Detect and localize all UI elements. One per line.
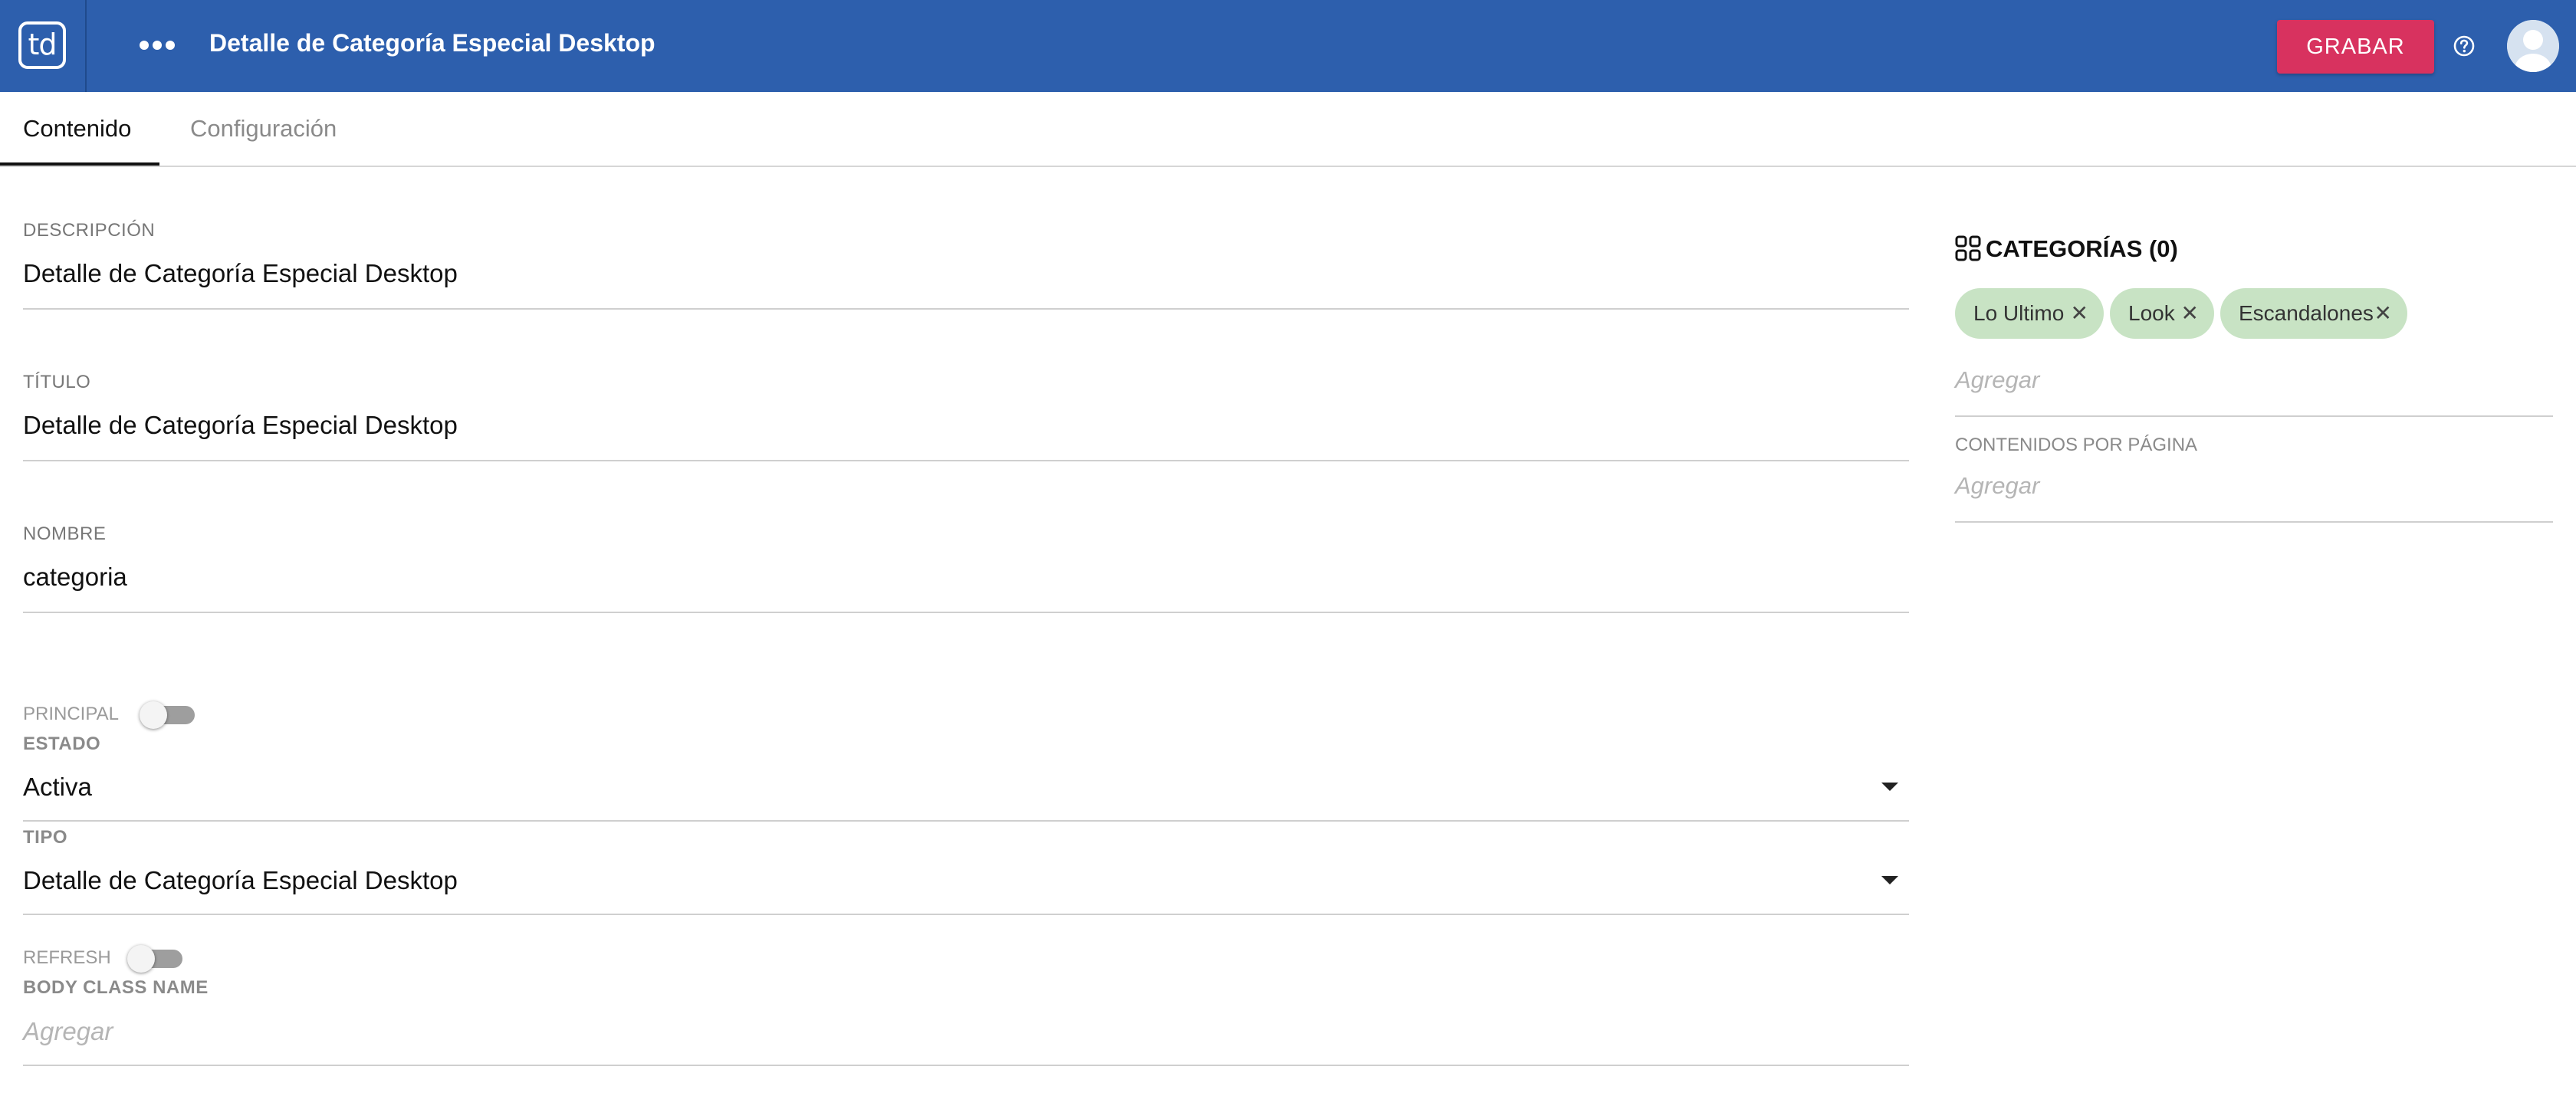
- app-logo[interactable]: td: [18, 21, 66, 69]
- chip-label: Look: [2128, 301, 2175, 325]
- descripcion-underline: [23, 308, 1909, 310]
- estado-underline: [23, 820, 1909, 822]
- top-app-bar: td Detalle de Categoría Especial Desktop…: [0, 0, 2576, 92]
- nombre-label: NOMBRE: [23, 523, 107, 544]
- category-add-underline: [1955, 415, 2553, 417]
- avatar-icon: [2507, 20, 2559, 72]
- body-class-name-underline: [23, 1065, 1909, 1066]
- tipo-select[interactable]: Detalle de Categoría Especial Desktop: [23, 866, 458, 895]
- titulo-underline: [23, 460, 1909, 461]
- tipo-label: TIPO: [23, 827, 68, 848]
- close-icon[interactable]: ✕: [2071, 288, 2088, 339]
- principal-toggle[interactable]: [140, 701, 198, 729]
- chip-lo-ultimo[interactable]: Lo Ultimo ✕: [1955, 288, 2104, 339]
- logo-divider: [85, 0, 87, 92]
- titulo-label: TÍTULO: [23, 372, 91, 392]
- tab-bar: Contenido Configuración: [0, 92, 2576, 167]
- descripcion-input[interactable]: Detalle de Categoría Especial Desktop: [23, 259, 458, 288]
- tab-configuracion[interactable]: Configuración: [190, 115, 337, 143]
- body-class-name-label: BODY CLASS NAME: [23, 977, 209, 998]
- help-icon[interactable]: [2452, 34, 2476, 58]
- close-icon[interactable]: ✕: [2181, 288, 2199, 339]
- estado-select[interactable]: Activa: [23, 773, 92, 802]
- per-page-underline: [1955, 521, 2553, 523]
- per-page-input[interactable]: Agregar: [1955, 472, 2039, 500]
- per-page-label: CONTENIDOS POR PÁGINA: [1955, 435, 2198, 455]
- avatar[interactable]: [2507, 20, 2559, 72]
- estado-label: ESTADO: [23, 733, 101, 754]
- chip-label: Lo Ultimo: [1973, 301, 2065, 325]
- page-title: Detalle de Categoría Especial Desktop: [209, 29, 656, 57]
- principal-label: PRINCIPAL: [23, 704, 119, 724]
- grid-icon: [1955, 235, 1981, 261]
- refresh-toggle[interactable]: [127, 945, 186, 973]
- tab-contenido[interactable]: Contenido: [23, 115, 131, 143]
- chip-look[interactable]: Look ✕: [2110, 288, 2214, 339]
- chevron-down-icon[interactable]: [1881, 876, 1898, 884]
- close-icon[interactable]: ✕: [2374, 288, 2392, 339]
- chevron-down-icon[interactable]: [1881, 783, 1898, 791]
- tipo-underline: [23, 914, 1909, 915]
- categorias-title: CATEGORÍAS (0): [1986, 235, 2178, 262]
- descripcion-label: DESCRIPCIÓN: [23, 220, 156, 241]
- category-add-input[interactable]: Agregar: [1955, 366, 2039, 394]
- menu-dots-icon[interactable]: [138, 34, 176, 57]
- titulo-input[interactable]: Detalle de Categoría Especial Desktop: [23, 411, 458, 440]
- active-tab-indicator: [0, 162, 159, 166]
- chip-escandalones[interactable]: Escandalones ✕: [2220, 288, 2407, 339]
- nombre-underline: [23, 612, 1909, 613]
- nombre-input[interactable]: categoria: [23, 563, 127, 592]
- refresh-label: REFRESH: [23, 947, 111, 968]
- body-class-name-input[interactable]: Agregar: [23, 1017, 113, 1046]
- save-button[interactable]: GRABAR: [2277, 20, 2434, 74]
- chip-label: Escandalones: [2239, 301, 2374, 325]
